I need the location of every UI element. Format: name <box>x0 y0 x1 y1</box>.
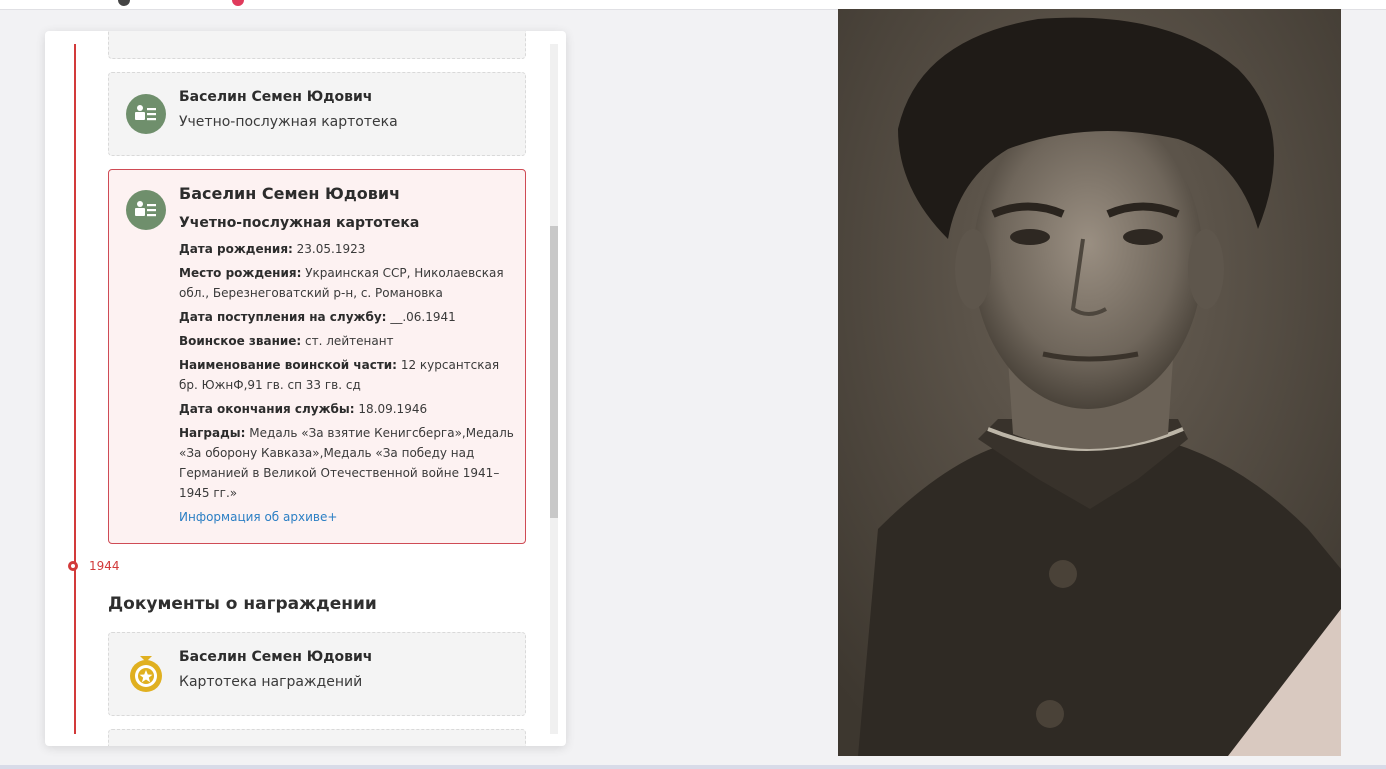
detail-awards: Награды: Медаль «За взятие Кенигсберга»,… <box>179 426 514 500</box>
detail-service-start: Дата поступления на службу: __.06.1941 <box>179 310 456 324</box>
record-card-partial-bottom[interactable] <box>108 729 526 746</box>
record-person-name: Баселин Семен Юдович <box>179 184 401 203</box>
detail-service-end: Дата окончания службы: 18.09.1946 <box>179 402 428 416</box>
medal-icon <box>126 654 166 694</box>
personnel-file-icon <box>126 94 166 134</box>
detail-birth-place: Место рождения: Украинская ССР, Николаев… <box>179 266 504 300</box>
detail-rank: Воинское звание: ст. лейтенант <box>179 334 394 348</box>
detail-unit: Наименование воинской части: 12 курсантс… <box>179 358 500 392</box>
record-card[interactable]: Баселин Семен Юдович Картотека награжден… <box>108 632 526 716</box>
section-title-awards: Документы о награждении <box>108 594 377 614</box>
timeline-year-marker <box>68 561 78 571</box>
detail-birth-date: Дата рождения: 23.05.1923 <box>179 242 366 256</box>
record-person-name: Баселин Семен Юдович <box>179 649 373 665</box>
portrait-image <box>838 9 1341 756</box>
record-type: Картотека награждений <box>179 674 363 690</box>
records-panel: Баселин Семен Юдович Учетно-послужная ка… <box>45 31 566 746</box>
record-type: Учетно-послужная картотека <box>179 114 398 130</box>
record-details: Дата рождения: 23.05.1923 Место рождения… <box>179 239 519 527</box>
panel-scrollbar[interactable] <box>550 44 558 734</box>
personnel-file-icon <box>126 190 166 230</box>
scrollbar-thumb[interactable] <box>550 226 558 518</box>
record-card-expanded[interactable]: Баселин Семен Юдович Учетно-послужная ка… <box>108 169 526 544</box>
top-bar-icon-dark[interactable] <box>118 0 130 6</box>
record-card-partial-top[interactable] <box>108 31 526 59</box>
record-person-name: Баселин Семен Юдович <box>179 89 373 105</box>
bottom-strip <box>0 765 1386 769</box>
archive-info-link[interactable]: Информация об архиве+ <box>179 507 519 527</box>
timeline-year-label: 1944 <box>89 559 120 573</box>
record-type: Учетно-послужная картотека <box>179 215 420 231</box>
top-bar-icon-pink[interactable] <box>232 0 244 6</box>
timeline-line <box>74 44 76 734</box>
soldier-portrait-photo <box>838 9 1341 756</box>
record-card[interactable]: Баселин Семен Юдович Учетно-послужная ка… <box>108 72 526 156</box>
